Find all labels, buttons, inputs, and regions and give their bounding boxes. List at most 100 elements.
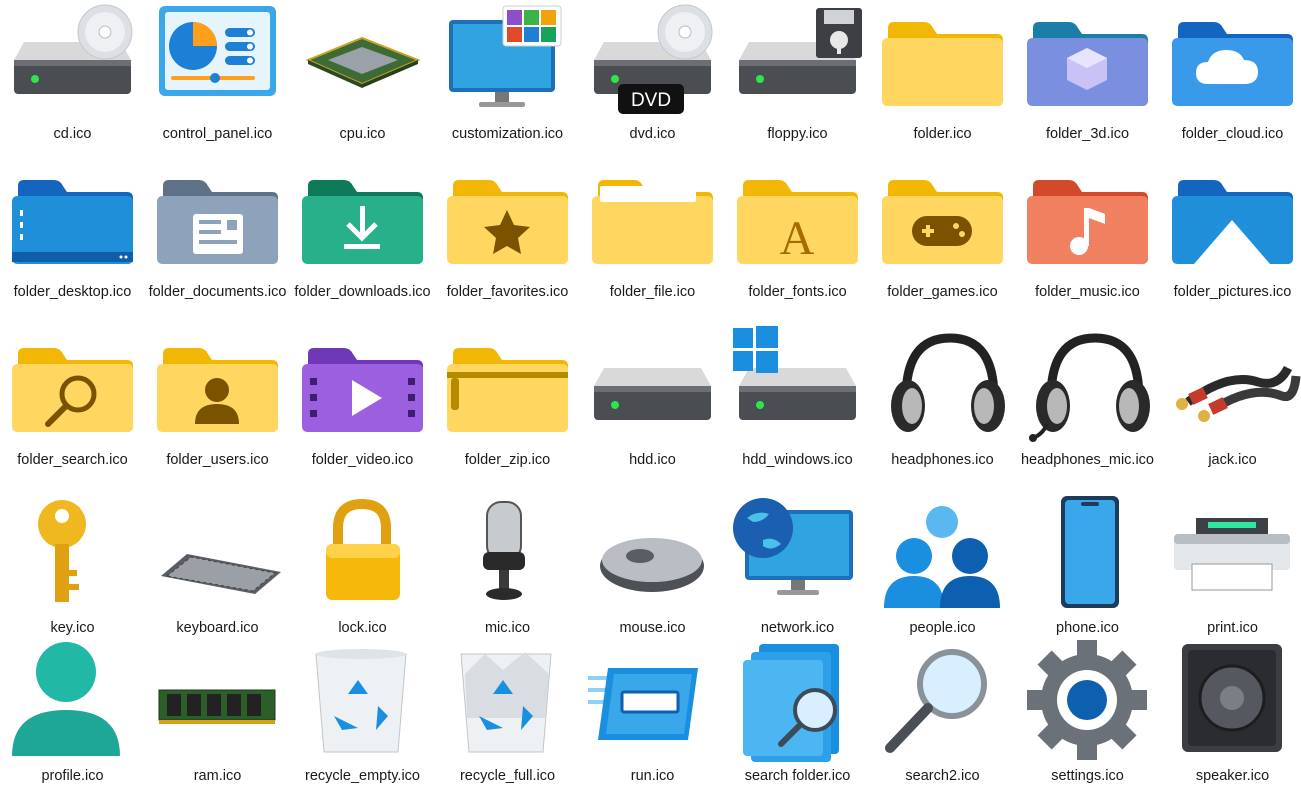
file-item[interactable]: control_panel.ico — [145, 2, 290, 162]
file-name-label: network.ico — [760, 620, 835, 636]
folder-3d-icon[interactable] — [1023, 2, 1152, 114]
folder-zip-icon[interactable] — [443, 328, 572, 440]
jack-cable-icon[interactable] — [1168, 328, 1301, 440]
run-icon[interactable] — [588, 644, 717, 756]
control-panel-icon[interactable] — [153, 2, 282, 114]
recycle-bin-full-icon[interactable] — [443, 644, 572, 756]
file-item[interactable]: DVD dvd.ico — [580, 2, 725, 162]
file-item[interactable]: customization.ico — [435, 2, 580, 162]
folder-documents-icon[interactable] — [153, 160, 282, 272]
key-icon[interactable] — [8, 496, 137, 608]
file-item[interactable]: speaker.ico — [1160, 644, 1301, 804]
folder-desktop-icon[interactable] — [8, 160, 137, 272]
file-item[interactable]: folder_cloud.ico — [1160, 2, 1301, 162]
hdd-icon[interactable] — [588, 328, 717, 440]
file-item[interactable]: ram.ico — [145, 644, 290, 804]
file-item[interactable]: folder_desktop.ico — [0, 160, 145, 320]
search-folder-icon[interactable] — [733, 644, 862, 762]
file-item[interactable]: hdd_windows.ico — [725, 326, 870, 488]
keyboard-icon[interactable] — [153, 496, 282, 608]
file-name-label: recycle_empty.ico — [305, 768, 420, 784]
file-item[interactable]: folder_games.ico — [870, 160, 1015, 320]
file-item[interactable]: folder_zip.ico — [435, 328, 580, 488]
file-item[interactable]: folder_documents.ico — [145, 160, 290, 320]
file-item[interactable]: people.ico — [870, 496, 1015, 656]
file-name-label: search folder.ico — [744, 768, 851, 784]
file-item[interactable]: print.ico — [1160, 496, 1301, 656]
ram-icon[interactable] — [153, 644, 282, 756]
folder-pictures-icon[interactable] — [1168, 160, 1297, 272]
cd-drive-icon[interactable] — [8, 2, 137, 114]
mouse-icon[interactable] — [588, 496, 717, 608]
file-name-label: recycle_full.ico — [459, 768, 556, 784]
file-name-label: mic.ico — [484, 620, 531, 636]
settings-gear-icon[interactable] — [1023, 640, 1152, 760]
phone-icon[interactable] — [1023, 496, 1152, 608]
file-item[interactable]: folder_users.ico — [145, 328, 290, 488]
file-item[interactable]: jack.ico — [1160, 328, 1301, 488]
folder-users-icon[interactable] — [153, 328, 282, 440]
file-item[interactable]: hdd.ico — [580, 328, 725, 488]
folder-games-icon[interactable] — [878, 160, 1007, 272]
printer-icon[interactable] — [1168, 496, 1297, 608]
profile-icon[interactable] — [8, 642, 137, 756]
folder-music-icon[interactable] — [1023, 160, 1152, 272]
floppy-drive-icon[interactable] — [733, 2, 862, 114]
file-item[interactable]: headphones_mic.ico — [1015, 328, 1160, 488]
file-item[interactable]: cpu.ico — [290, 2, 435, 162]
headphones-icon[interactable] — [878, 328, 1007, 440]
folder-fonts-icon[interactable]: A — [733, 160, 862, 272]
folder-favorites-icon[interactable] — [443, 160, 572, 272]
headphones-mic-icon[interactable] — [1023, 328, 1152, 442]
file-item[interactable]: folder_video.ico — [290, 328, 435, 488]
people-icon[interactable] — [878, 496, 1007, 608]
file-item[interactable]: key.ico — [0, 496, 145, 656]
file-item[interactable]: mouse.ico — [580, 496, 725, 656]
folder-search-icon[interactable] — [8, 328, 137, 440]
file-name-label: hdd.ico — [629, 452, 676, 468]
file-item[interactable]: settings.ico — [1015, 640, 1160, 804]
file-item[interactable]: Afolder_fonts.ico — [725, 160, 870, 320]
file-item[interactable]: folder_downloads.ico — [290, 160, 435, 320]
folder-video-icon[interactable] — [298, 328, 427, 440]
hdd-windows-icon[interactable] — [733, 326, 862, 440]
customization-icon[interactable] — [443, 2, 572, 114]
file-item[interactable]: recycle_empty.ico — [290, 644, 435, 804]
svg-text:DVD: DVD — [631, 90, 671, 111]
file-item[interactable]: search folder.ico — [725, 644, 870, 804]
file-icon-grid: cd.ico control_panel.ico cpu.ico customi… — [0, 0, 1301, 789]
file-item[interactable]: floppy.ico — [725, 2, 870, 162]
lock-icon[interactable] — [298, 496, 427, 608]
file-item[interactable]: phone.ico — [1015, 496, 1160, 656]
file-name-label: folder_favorites.ico — [446, 284, 569, 300]
file-item[interactable]: keyboard.ico — [145, 496, 290, 656]
file-item[interactable]: folder_pictures.ico — [1160, 160, 1301, 320]
speaker-icon[interactable] — [1168, 644, 1297, 756]
file-item[interactable]: folder.ico — [870, 2, 1015, 162]
file-item[interactable]: lock.ico — [290, 496, 435, 656]
file-item[interactable]: run.ico — [580, 644, 725, 804]
file-item[interactable]: network.ico — [725, 496, 870, 656]
dvd-drive-icon[interactable]: DVD — [588, 2, 717, 114]
folder-cloud-icon[interactable] — [1168, 2, 1297, 114]
file-item[interactable]: search2.ico — [870, 644, 1015, 804]
file-item[interactable]: recycle_full.ico — [435, 644, 580, 804]
folder-file-icon[interactable] — [588, 160, 717, 272]
file-item[interactable]: folder_3d.ico — [1015, 2, 1160, 162]
file-item[interactable]: folder_file.ico — [580, 160, 725, 320]
file-item[interactable]: cd.ico — [0, 2, 145, 162]
microphone-icon[interactable] — [443, 496, 572, 608]
file-item[interactable]: folder_favorites.ico — [435, 160, 580, 320]
file-item[interactable]: headphones.ico — [870, 328, 1015, 488]
file-item[interactable]: mic.ico — [435, 496, 580, 656]
magnifier-icon[interactable] — [878, 644, 1007, 756]
recycle-bin-empty-icon[interactable] — [298, 644, 427, 756]
file-item[interactable]: profile.ico — [0, 642, 145, 804]
cpu-icon[interactable] — [298, 2, 427, 114]
file-item[interactable]: folder_search.ico — [0, 328, 145, 488]
file-item[interactable]: folder_music.ico — [1015, 160, 1160, 320]
folder-downloads-icon[interactable] — [298, 160, 427, 272]
folder-icon[interactable] — [878, 2, 1007, 114]
file-name-label: headphones_mic.ico — [1020, 452, 1154, 468]
network-icon[interactable] — [733, 496, 862, 608]
